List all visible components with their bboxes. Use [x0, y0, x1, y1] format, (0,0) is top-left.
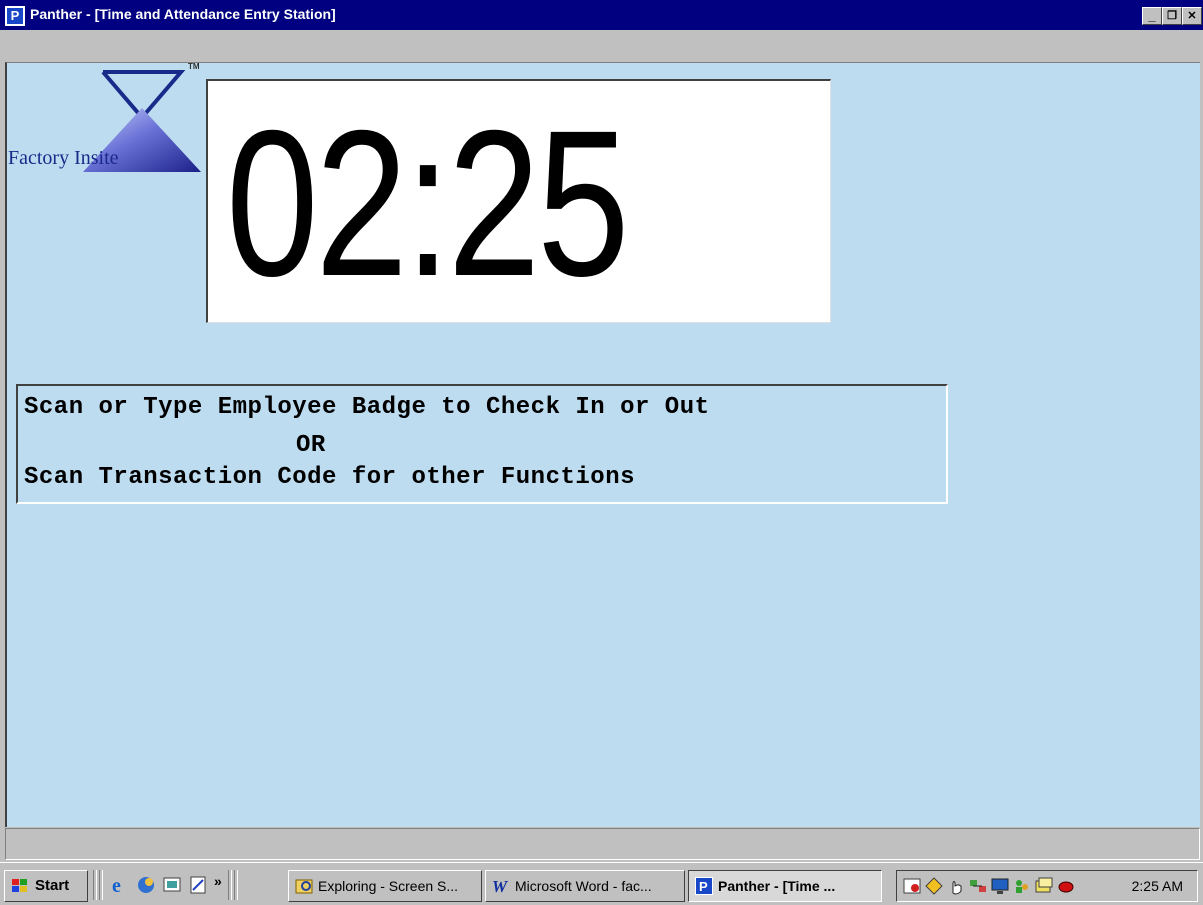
title-bar[interactable]: P Panther - [Time and Attendance Entry S…	[0, 0, 1203, 30]
taskbar-separator	[99, 870, 103, 900]
instruction-line-transaction: Scan Transaction Code for other Function…	[24, 464, 635, 491]
task-panther[interactable]: P Panther - [Time ...	[688, 870, 882, 902]
outlook-express-icon[interactable]	[136, 875, 156, 895]
instruction-panel: Scan or Type Employee Badge to Check In …	[16, 384, 948, 504]
instruction-line-or: OR	[296, 432, 326, 459]
window-title: Panther - [Time and Attendance Entry Sta…	[30, 6, 336, 22]
start-label: Start	[35, 877, 70, 894]
network-icon[interactable]	[969, 877, 987, 895]
clock-display: 02:25	[206, 79, 831, 323]
taskbar-separator	[93, 870, 97, 900]
word-icon: W	[492, 877, 509, 895]
show-desktop-icon[interactable]	[162, 875, 182, 895]
diamond-icon[interactable]	[925, 877, 943, 895]
more-quick-launch-button[interactable]: »	[214, 873, 222, 889]
task-exploring[interactable]: Exploring - Screen S...	[288, 870, 482, 902]
taskbar-separator	[228, 870, 232, 900]
task-label: Microsoft Word - fac...	[515, 878, 652, 894]
internet-explorer-icon[interactable]: e	[110, 875, 130, 895]
people-icon[interactable]	[1013, 877, 1031, 895]
taskbar-separator	[234, 870, 238, 900]
panther-icon: P	[695, 877, 713, 895]
restore-button[interactable]: ❐	[1162, 7, 1182, 25]
toolbar-strip	[0, 30, 1203, 62]
notepad-icon[interactable]	[188, 875, 208, 895]
tray-clock[interactable]: 2:25 AM	[1132, 878, 1183, 894]
panther-app-icon[interactable]: P	[4, 5, 26, 27]
close-button[interactable]: ✕	[1182, 7, 1202, 25]
hand-icon[interactable]	[947, 877, 965, 895]
panther-app-icon-letter: P	[7, 8, 23, 24]
svg-text:P: P	[699, 879, 708, 894]
svg-text:W: W	[492, 877, 509, 895]
clock-time: 02:25	[226, 88, 630, 320]
windows-flag-icon	[12, 879, 27, 892]
record-icon[interactable]	[1057, 877, 1075, 895]
svg-text:e: e	[112, 875, 121, 895]
explorer-icon	[295, 879, 313, 894]
task-microsoft-word[interactable]: W Microsoft Word - fac...	[485, 870, 685, 902]
status-bar	[5, 828, 1200, 860]
system-tray: 2:25 AM	[896, 870, 1198, 902]
task-label: Exploring - Screen S...	[318, 878, 459, 894]
instruction-line-badge: Scan or Type Employee Badge to Check In …	[24, 394, 710, 421]
monitor-icon[interactable]	[991, 877, 1009, 895]
start-button[interactable]: Start	[4, 870, 88, 902]
logo-trademark: TM	[188, 62, 200, 71]
logo-text: Factory Insite	[8, 147, 119, 169]
task-label: Panther - [Time ...	[718, 878, 836, 894]
window-icon[interactable]	[1035, 877, 1053, 895]
minimize-button[interactable]: _	[1142, 7, 1162, 25]
scheduler-icon[interactable]	[903, 877, 921, 895]
taskbar: Start e » Exploring - Screen S... W Micr…	[0, 862, 1203, 905]
